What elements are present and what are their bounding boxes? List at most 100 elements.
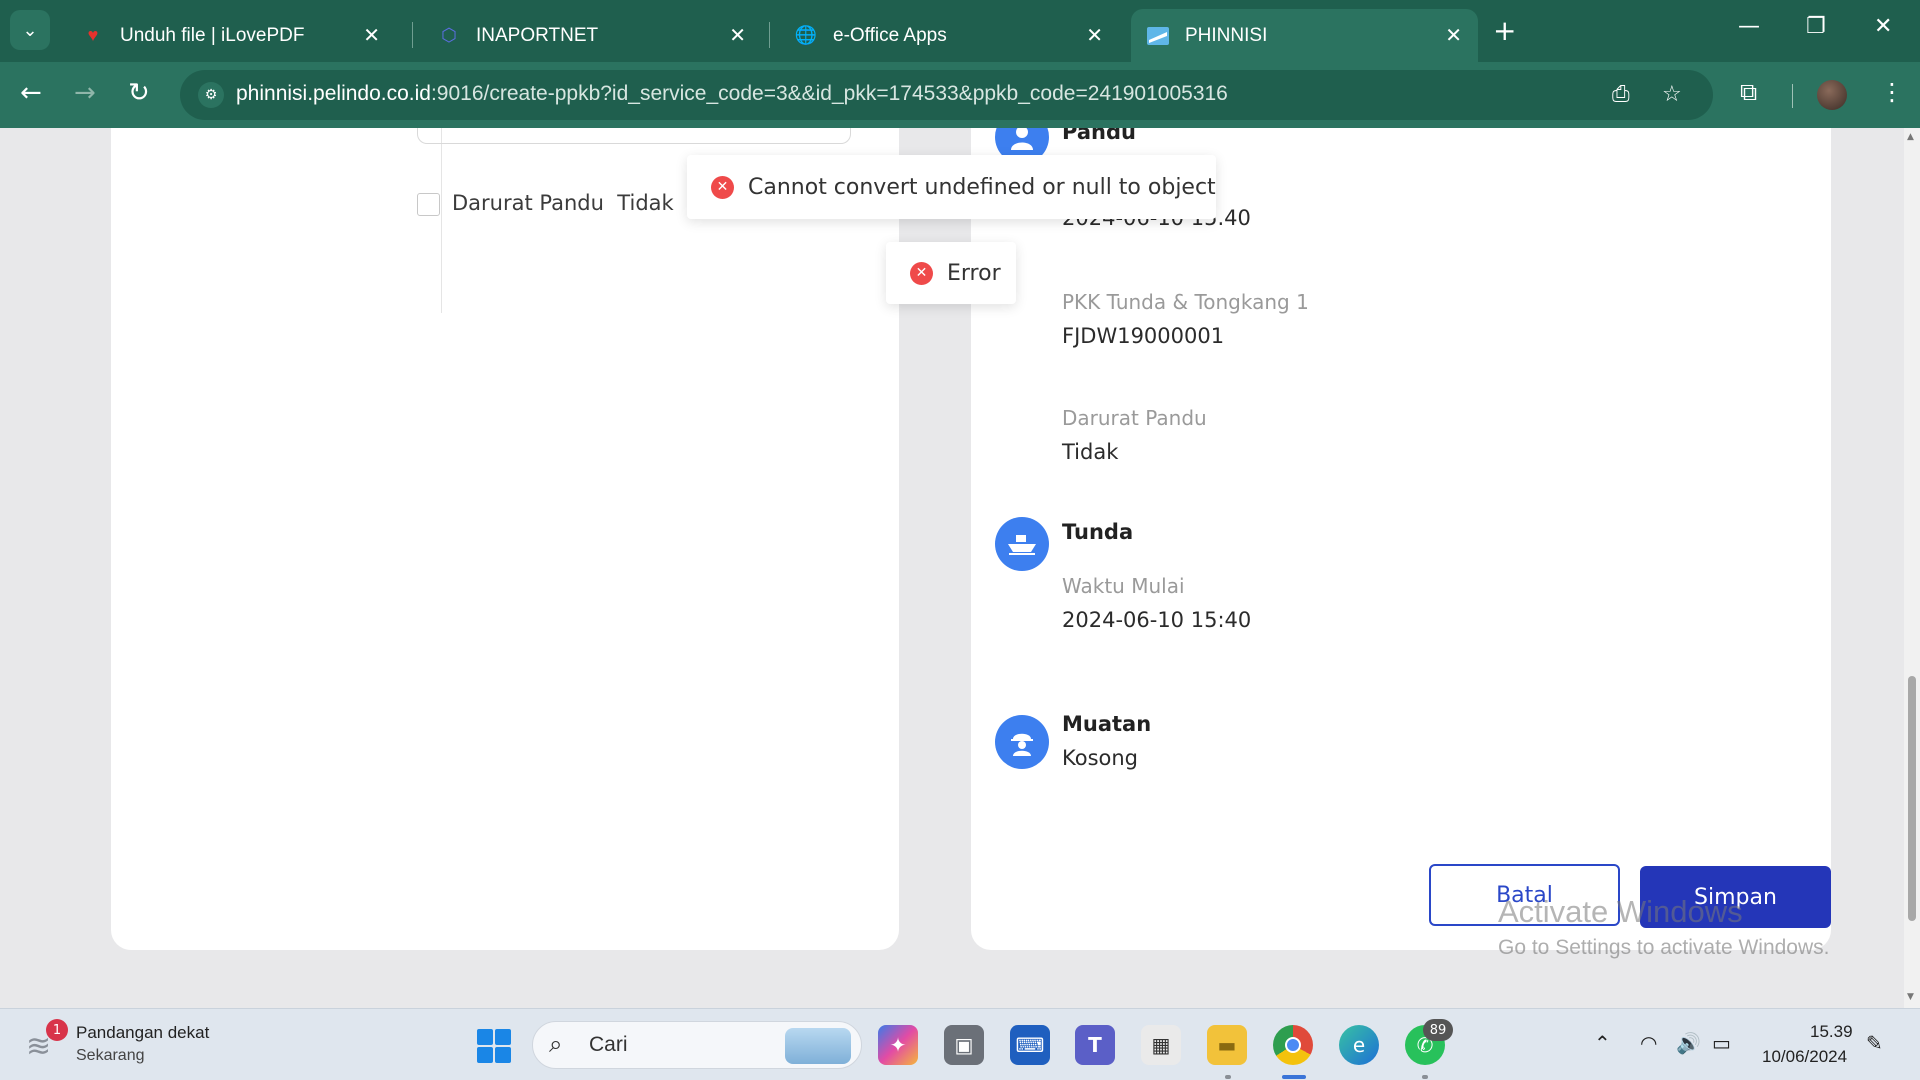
new-tab-button[interactable]: + xyxy=(1493,14,1516,47)
text-input-bottom-edge[interactable] xyxy=(417,128,851,144)
pandu-title: Pandu xyxy=(1062,128,1136,144)
tab-inaportnet[interactable]: ⬡ INAPORTNET ✕ xyxy=(422,9,762,62)
reload-icon[interactable]: ↻ xyxy=(128,78,150,108)
tab-separator xyxy=(412,22,413,48)
more-menu-icon[interactable]: ⋮ xyxy=(1880,78,1904,106)
search-highlight-art xyxy=(785,1028,851,1064)
clock-time[interactable]: 15.39 xyxy=(1810,1022,1853,1042)
install-app-icon[interactable]: ⎙ xyxy=(1612,82,1630,107)
task-view-icon[interactable]: ▣ xyxy=(944,1025,984,1065)
phinnisi-icon xyxy=(1147,25,1169,47)
running-indicator xyxy=(1225,1075,1231,1079)
url-host: phinnisi.pelindo.co.id xyxy=(236,82,431,105)
profile-avatar[interactable] xyxy=(1817,80,1847,110)
column-divider xyxy=(441,128,442,313)
activation-watermark-subtitle: Go to Settings to activate Windows. xyxy=(1498,936,1830,959)
weather-title[interactable]: Pandangan dekat xyxy=(76,1023,209,1043)
tunda-title: Tunda xyxy=(1062,520,1134,544)
darurat-pandu-label: Darurat Pandu Tidak xyxy=(452,191,674,215)
ship-icon xyxy=(995,517,1049,571)
close-icon[interactable]: ✕ xyxy=(363,23,380,48)
globe-icon: 🌐 xyxy=(794,25,818,45)
search-placeholder: Cari xyxy=(589,1033,628,1056)
toolbar-divider xyxy=(1792,84,1793,108)
back-icon[interactable]: ← xyxy=(20,78,42,108)
running-indicator xyxy=(1422,1075,1428,1079)
chevron-down-icon: ⌄ xyxy=(22,19,38,41)
error-toast-message: Cannot convert undefined or null to obje… xyxy=(748,174,1216,200)
minimize-icon[interactable]: — xyxy=(1738,14,1760,39)
form-card xyxy=(111,128,899,950)
tab-title: INAPORTNET xyxy=(476,24,599,46)
scroll-down-icon[interactable]: ▼ xyxy=(1907,992,1914,1002)
store-icon[interactable]: ▦ xyxy=(1141,1025,1181,1065)
inaportnet-icon: ⬡ xyxy=(441,25,457,45)
weather-subtitle: Sekarang xyxy=(76,1047,145,1064)
pkk-label: PKK Tunda & Tongkang 1 xyxy=(1062,290,1309,314)
close-window-icon[interactable]: ✕ xyxy=(1874,14,1892,39)
tab-search-button[interactable]: ⌄ xyxy=(10,10,50,50)
page-scrollbar[interactable]: ▲ ▼ xyxy=(1904,128,1920,1008)
teams-icon[interactable]: T xyxy=(1075,1025,1115,1065)
activation-watermark-title: Activate Windows xyxy=(1498,894,1743,929)
remote-desktop-icon[interactable]: ⌨ xyxy=(1010,1025,1050,1065)
waktu-mulai-value: 2024-06-10 15:40 xyxy=(1062,608,1252,632)
error-toast-small-message: Error xyxy=(947,260,1001,286)
volume-icon[interactable]: 🔊 xyxy=(1676,1031,1701,1055)
active-indicator xyxy=(1282,1075,1306,1079)
scrollbar-thumb[interactable] xyxy=(1908,676,1916,921)
checkbox-value-text: Tidak xyxy=(617,191,674,215)
darurat-label: Darurat Pandu xyxy=(1062,406,1207,430)
checkbox-label-text: Darurat Pandu xyxy=(452,191,604,215)
restore-icon[interactable]: ❐ xyxy=(1806,14,1826,39)
chrome-icon[interactable] xyxy=(1273,1025,1313,1065)
extensions-icon[interactable]: ⧉ xyxy=(1740,78,1757,106)
tab-ilovepdf[interactable]: ♥ Unduh file | iLovePDF ✕ xyxy=(66,9,396,62)
error-toast: ✕ Cannot convert undefined or null to ob… xyxy=(687,155,1216,219)
battery-icon[interactable]: ▭ xyxy=(1712,1031,1731,1055)
browser-tab-bar: ⌄ ♥ Unduh file | iLovePDF ✕ ⬡ INAPORTNET… xyxy=(0,0,1920,62)
error-toast-small: ✕ Error xyxy=(886,242,1016,304)
tab-separator xyxy=(769,22,770,48)
scroll-up-icon[interactable]: ▲ xyxy=(1907,132,1914,142)
url-text[interactable]: phinnisi.pelindo.co.id:9016/create-ppkb?… xyxy=(236,82,1228,106)
copilot-icon[interactable]: ✦ xyxy=(878,1025,918,1065)
tab-phinnisi[interactable]: PHINNISI ✕ xyxy=(1131,9,1478,62)
pkk-value: FJDW19000001 xyxy=(1062,324,1225,348)
notification-icon[interactable]: ✎ xyxy=(1866,1031,1883,1055)
address-bar[interactable]: ⚙ phinnisi.pelindo.co.id:9016/create-ppk… xyxy=(180,70,1713,120)
muatan-title: Muatan xyxy=(1062,712,1152,736)
tab-title: e-Office Apps xyxy=(833,24,947,46)
tab-title: Unduh file | iLovePDF xyxy=(120,24,305,46)
error-icon: ✕ xyxy=(910,261,933,285)
file-explorer-icon[interactable]: ▬ xyxy=(1207,1025,1247,1065)
muatan-value: Kosong xyxy=(1062,746,1139,770)
wifi-icon[interactable]: ◠ xyxy=(1640,1031,1657,1055)
worker-helmet-icon xyxy=(995,715,1049,769)
page-content: Darurat Pandu Tidak Pandu 2024-06-10 15.… xyxy=(0,128,1904,1008)
darurat-value: Tidak xyxy=(1062,440,1119,464)
browser-toolbar: ← → ↻ ⚙ phinnisi.pelindo.co.id:9016/crea… xyxy=(0,62,1920,128)
darurat-pandu-checkbox[interactable] xyxy=(417,193,440,216)
ilovepdf-heart-icon: ♥ xyxy=(87,25,99,45)
clock-date[interactable]: 10/06/2024 xyxy=(1762,1047,1847,1067)
weather-badge: 1 xyxy=(46,1019,68,1041)
chevron-up-icon[interactable]: ⌃ xyxy=(1594,1031,1611,1055)
site-info-icon[interactable]: ⚙ xyxy=(198,82,224,108)
whatsapp-badge: 89 xyxy=(1423,1019,1453,1041)
edge-icon[interactable]: e xyxy=(1339,1025,1379,1065)
tab-title: PHINNISI xyxy=(1185,24,1268,46)
url-path: :9016/create-ppkb?id_service_code=3&&id_… xyxy=(430,82,1228,105)
close-icon[interactable]: ✕ xyxy=(729,23,746,48)
close-icon[interactable]: ✕ xyxy=(1445,23,1462,48)
windows-taskbar: ≋ 1 Pandangan dekat Sekarang ⌕ Cari ✦ ▣ … xyxy=(0,1008,1920,1080)
waktu-mulai-label: Waktu Mulai xyxy=(1062,574,1185,598)
taskbar-search[interactable]: ⌕ Cari xyxy=(532,1021,862,1069)
tab-eoffice[interactable]: 🌐 e-Office Apps ✕ xyxy=(779,9,1119,62)
search-icon: ⌕ xyxy=(549,1030,563,1058)
bookmark-star-icon[interactable]: ☆ xyxy=(1662,82,1682,107)
close-icon[interactable]: ✕ xyxy=(1086,23,1103,48)
error-icon: ✕ xyxy=(711,175,734,199)
start-button[interactable] xyxy=(477,1029,511,1063)
forward-icon[interactable]: → xyxy=(74,78,96,108)
